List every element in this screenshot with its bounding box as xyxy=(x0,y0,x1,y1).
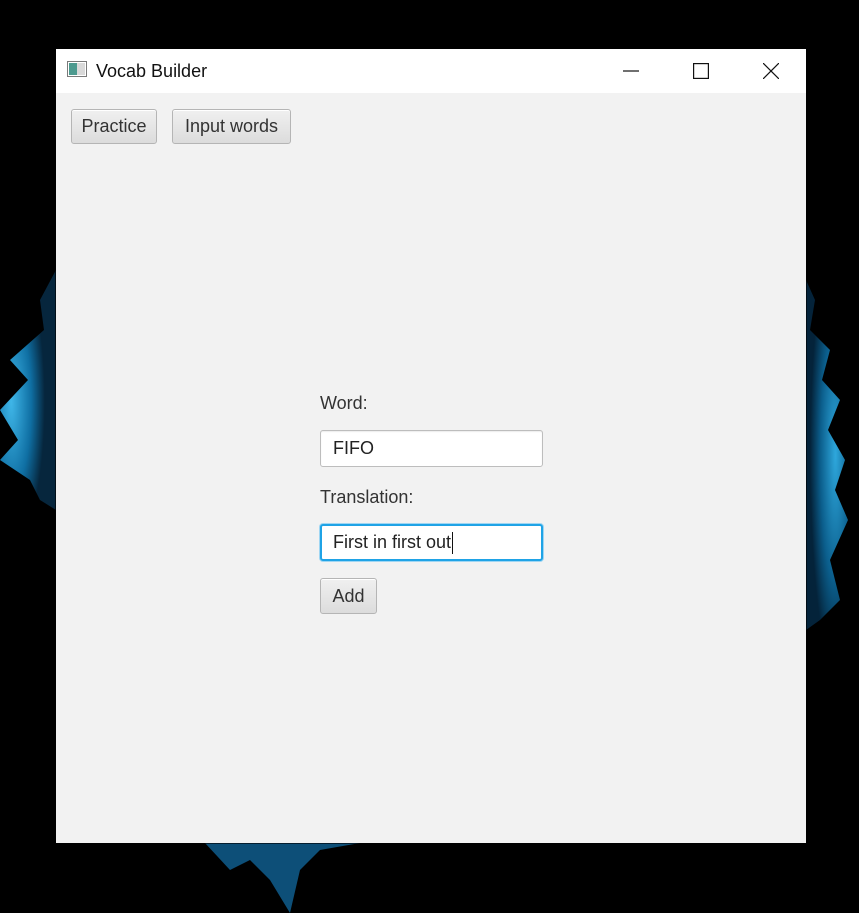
word-field-value: FIFO xyxy=(333,438,374,458)
practice-button[interactable]: Practice xyxy=(71,109,157,144)
maximize-button[interactable] xyxy=(668,49,734,93)
word-label: Word: xyxy=(320,393,368,413)
desktop: Vocab Builder Practice Input words Word:… xyxy=(0,0,859,913)
app-window: Vocab Builder Practice Input words Word:… xyxy=(56,49,806,843)
close-icon xyxy=(763,63,779,79)
minimize-button[interactable] xyxy=(598,49,664,93)
input-words-button[interactable]: Input words xyxy=(172,109,291,144)
title-bar[interactable]: Vocab Builder xyxy=(56,49,806,93)
translation-field[interactable]: First in first out xyxy=(320,524,543,561)
word-field[interactable]: FIFO xyxy=(320,430,543,467)
app-icon xyxy=(67,61,87,77)
text-caret xyxy=(452,531,454,554)
maximize-icon xyxy=(693,63,709,79)
minimize-icon xyxy=(623,70,639,72)
close-button[interactable] xyxy=(738,49,804,93)
translation-label: Translation: xyxy=(320,487,414,507)
window-title: Vocab Builder xyxy=(96,61,208,81)
translation-field-value: First in first out xyxy=(333,532,452,552)
add-button[interactable]: Add xyxy=(320,578,377,614)
